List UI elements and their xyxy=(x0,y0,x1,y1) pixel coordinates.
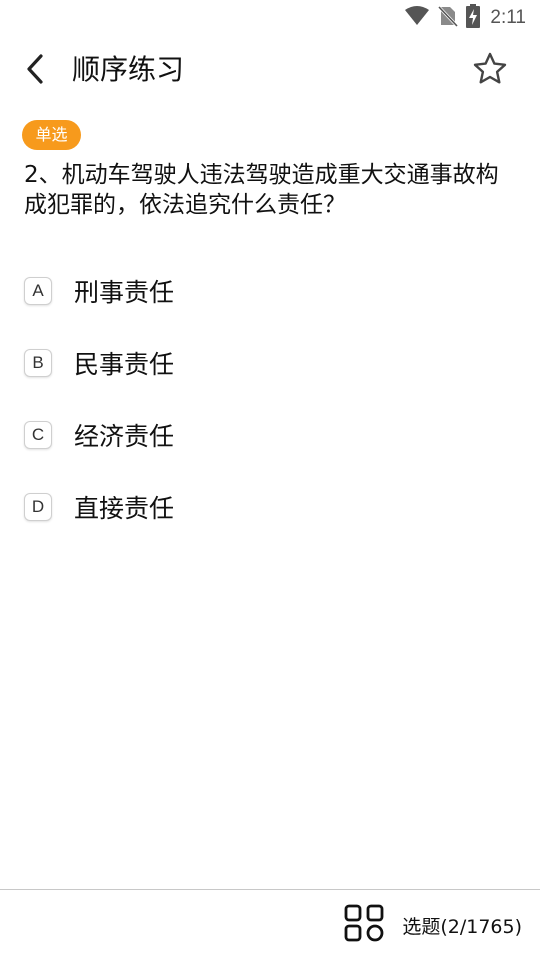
no-sim-icon xyxy=(438,5,459,31)
option-b[interactable]: B 民事责任 xyxy=(24,343,324,383)
grid-icon xyxy=(344,904,384,946)
option-letter: D xyxy=(24,493,52,521)
page-title: 顺序练习 xyxy=(72,53,185,86)
option-label: 民事责任 xyxy=(74,350,175,379)
option-label: 经济责任 xyxy=(74,422,175,451)
option-label: 直接责任 xyxy=(74,494,175,523)
star-outline-icon xyxy=(472,51,508,91)
question-picker-label: 选题(2/1765) xyxy=(402,915,522,938)
favorite-button[interactable] xyxy=(470,51,510,91)
option-letter: C xyxy=(24,421,52,449)
option-c[interactable]: C 经济责任 xyxy=(24,415,324,455)
question-text: 2、机动车驾驶人违法驾驶造成重大交通事故构成犯罪的，依法追究什么责任？ xyxy=(24,162,499,218)
question-picker-button[interactable]: 选题(2/1765) xyxy=(344,904,522,946)
option-d[interactable]: D 直接责任 xyxy=(24,487,324,527)
option-a[interactable]: A 刑事责任 xyxy=(24,271,324,311)
option-letter: A xyxy=(24,277,52,305)
status-bar: 2:11 xyxy=(0,0,540,36)
status-icons: 2:11 xyxy=(404,4,526,32)
option-letter: B xyxy=(24,349,52,377)
app-bar: 顺序练习 xyxy=(0,36,540,106)
bottom-bar: 选题(2/1765) xyxy=(0,890,540,960)
back-button[interactable] xyxy=(18,54,52,88)
question-type-badge: 单选 xyxy=(22,120,81,150)
option-label: 刑事责任 xyxy=(74,278,175,307)
chevron-left-icon xyxy=(24,53,46,89)
wifi-icon xyxy=(404,6,430,30)
battery-charging-icon xyxy=(466,4,481,32)
status-time: 2:11 xyxy=(490,7,526,28)
